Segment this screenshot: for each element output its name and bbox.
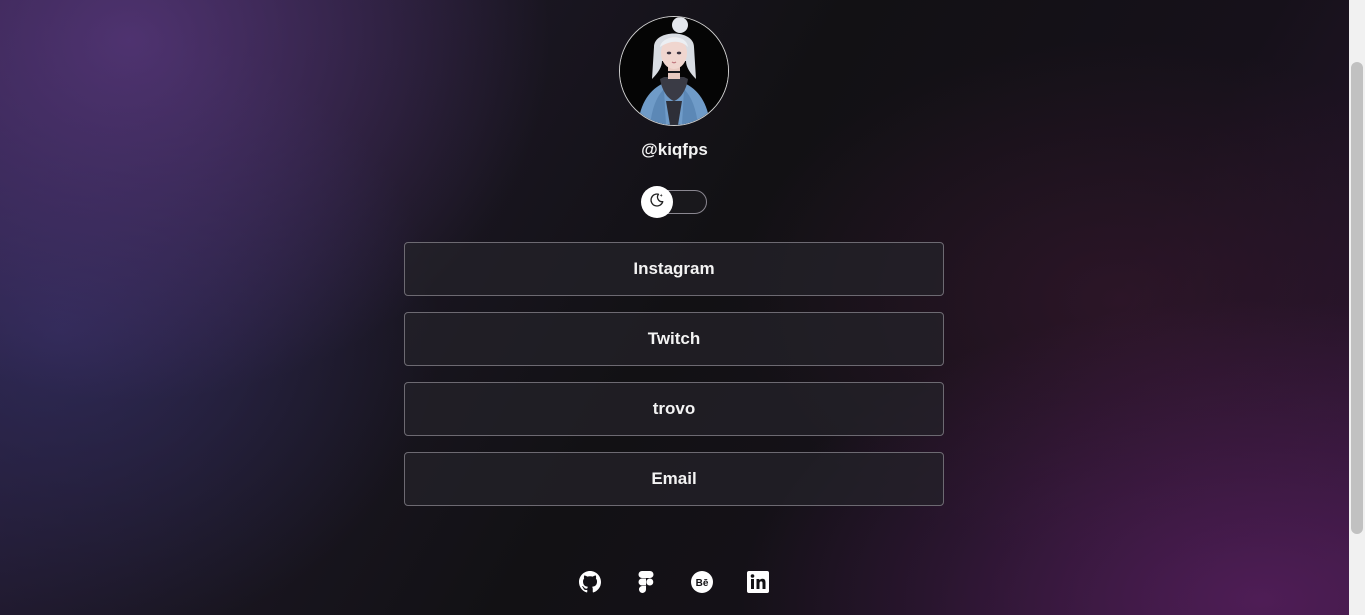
- link-button-email[interactable]: Email: [404, 452, 944, 506]
- link-button-label: Twitch: [647, 329, 701, 348]
- username: @kiqfps: [641, 140, 708, 159]
- profile-page: @kiqfps Instagram Twitch trovo Email Bē: [0, 0, 1349, 615]
- behance-icon[interactable]: Bē: [691, 571, 713, 593]
- link-button-label: Email: [651, 469, 697, 488]
- theme-toggle-knob[interactable]: [641, 186, 673, 218]
- linkedin-icon[interactable]: [747, 571, 769, 593]
- avatar-illustration: [620, 17, 728, 125]
- link-button-trovo[interactable]: trovo: [404, 382, 944, 436]
- link-button-twitch[interactable]: Twitch: [404, 312, 944, 366]
- scrollbar-thumb[interactable]: [1351, 62, 1363, 534]
- avatar: [619, 16, 729, 126]
- moon-icon: [649, 192, 665, 213]
- link-button-label: trovo: [652, 399, 696, 418]
- link-button-label: Instagram: [633, 259, 715, 278]
- link-button-instagram[interactable]: Instagram: [404, 242, 944, 296]
- github-icon[interactable]: [579, 571, 601, 593]
- svg-text:Bē: Bē: [696, 578, 709, 589]
- figma-icon[interactable]: [635, 571, 657, 593]
